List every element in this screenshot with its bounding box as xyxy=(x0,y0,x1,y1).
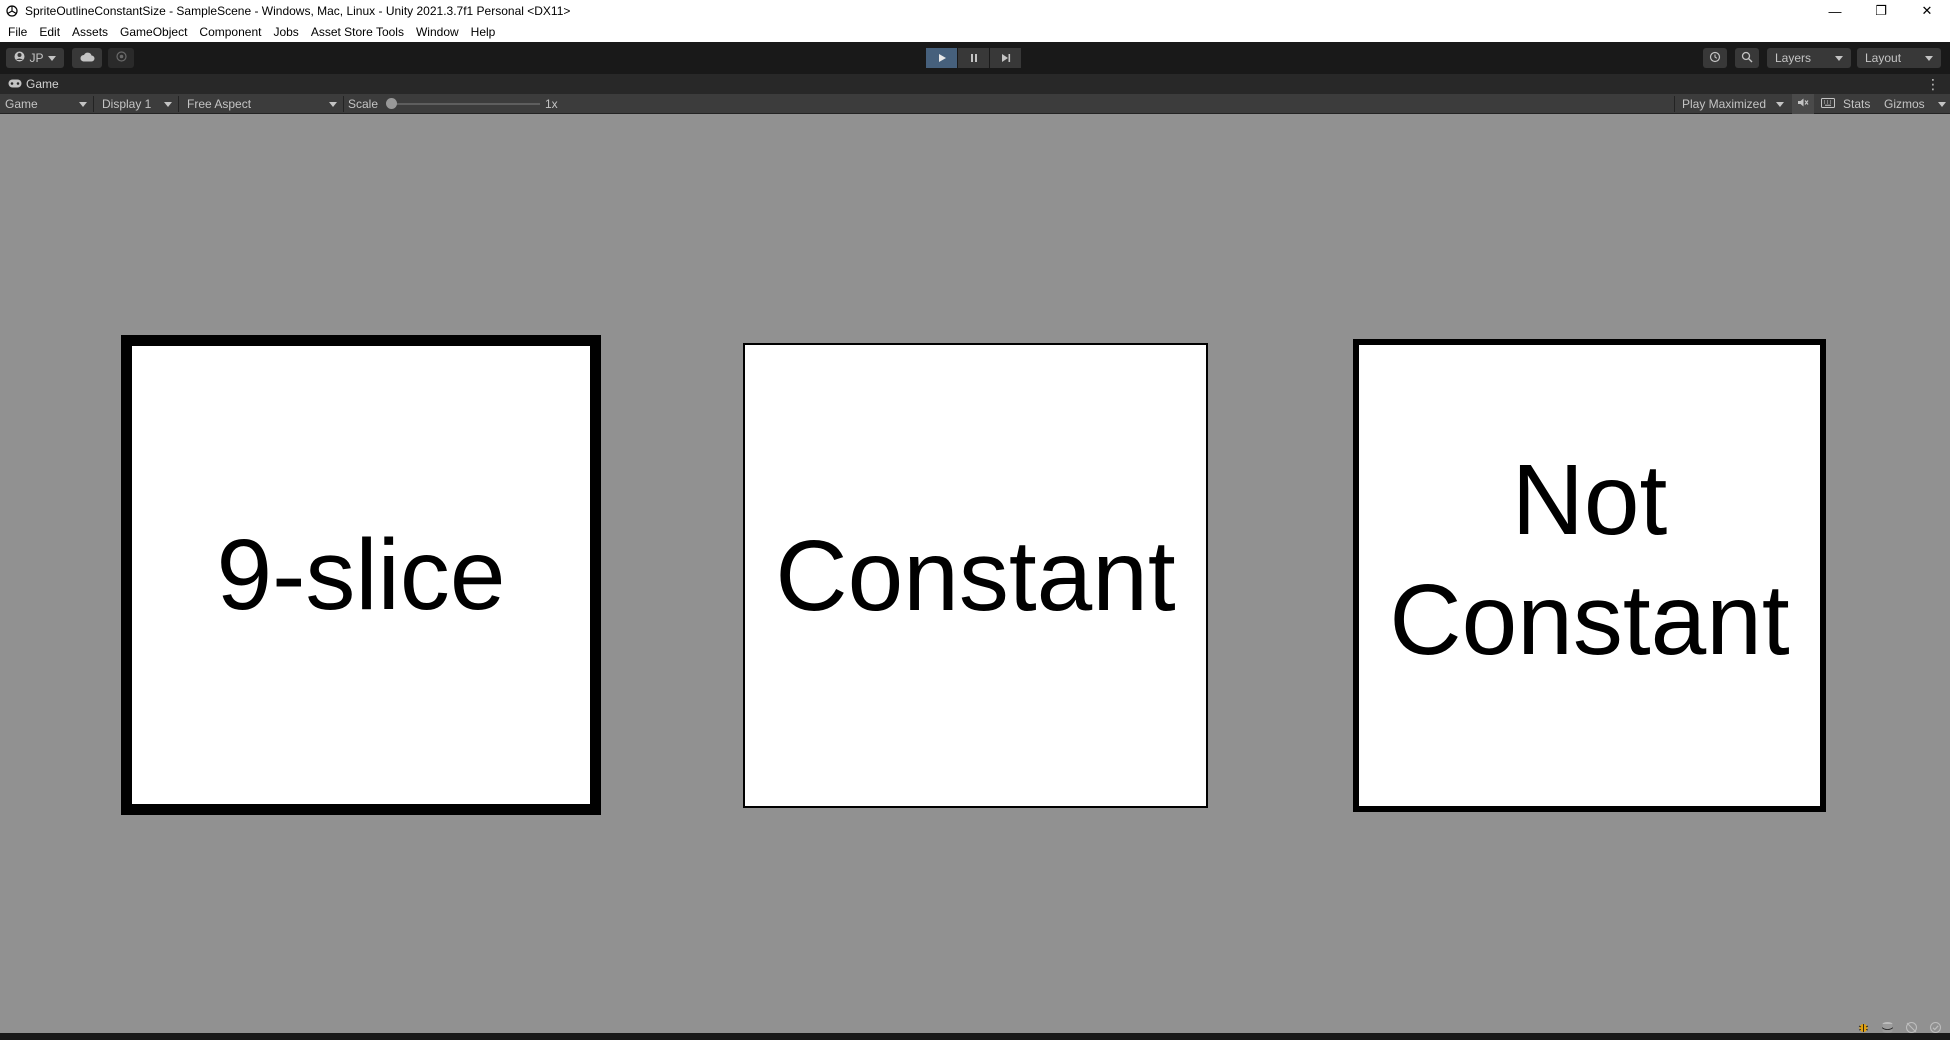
chevron-down-icon xyxy=(1925,55,1933,61)
sprite-9-slice: 9-slice xyxy=(121,335,601,815)
display-dropdown[interactable]: Display 1 xyxy=(97,94,177,114)
bug-warning-icon[interactable] xyxy=(1856,1020,1870,1034)
speaker-mute-icon xyxy=(1797,97,1809,111)
menu-help[interactable]: Help xyxy=(465,22,502,42)
cloud-button[interactable] xyxy=(72,48,102,68)
close-button[interactable]: ✕ xyxy=(1904,0,1950,22)
sprite-label-not: Not xyxy=(1511,443,1668,556)
stats-label: Stats xyxy=(1843,97,1871,111)
menu-component[interactable]: Component xyxy=(193,22,267,42)
aspect-label: Free Aspect xyxy=(187,97,252,111)
status-bar xyxy=(0,1033,1950,1040)
layers-label: Layers xyxy=(1775,51,1812,65)
scale-label: Scale xyxy=(348,97,379,111)
tab-label: Game xyxy=(26,77,59,91)
chevron-down-icon xyxy=(1776,101,1784,107)
menu-edit[interactable]: Edit xyxy=(33,22,66,42)
separator xyxy=(93,96,94,112)
sprite-constant: Constant xyxy=(743,343,1208,808)
history-icon xyxy=(1709,51,1721,66)
play-button[interactable] xyxy=(926,48,957,68)
account-icon xyxy=(14,51,25,65)
minimize-button[interactable]: — xyxy=(1812,0,1858,22)
collab-icon xyxy=(115,51,127,65)
menu-window[interactable]: Window xyxy=(410,22,465,42)
tab-game[interactable]: Game xyxy=(0,77,59,91)
sprite-label-constant: Constant xyxy=(775,519,1176,632)
sprite-label-constant: Constant xyxy=(1389,563,1790,676)
search-icon xyxy=(1741,51,1753,66)
play-icon xyxy=(937,51,947,66)
search-button[interactable] xyxy=(1735,48,1759,68)
account-dropdown[interactable]: JP xyxy=(6,48,64,68)
network-off-icon[interactable] xyxy=(1904,1020,1918,1034)
window-title-bar: SpriteOutlineConstantSize - SampleScene … xyxy=(0,0,1950,22)
collab-button[interactable] xyxy=(108,48,134,68)
gizmos-dropdown[interactable]: Gizmos xyxy=(1884,94,1946,114)
game-view[interactable]: 9-slice Constant Not Constant xyxy=(0,115,1950,1033)
step-button[interactable] xyxy=(990,48,1021,68)
game-tab-header: Game ⋮ xyxy=(0,74,1950,94)
playmode-controls xyxy=(926,48,1022,68)
separator xyxy=(343,96,344,112)
window-title: SpriteOutlineConstantSize - SampleScene … xyxy=(25,4,571,18)
main-toolbar: JP Layers Layout xyxy=(0,42,1950,74)
undo-history-button[interactable] xyxy=(1703,48,1727,68)
menu-gameobject[interactable]: GameObject xyxy=(114,22,193,42)
stats-button[interactable]: Stats xyxy=(1843,94,1870,114)
scale-value: 1x xyxy=(545,97,558,111)
pause-button[interactable] xyxy=(958,48,989,68)
account-label: JP xyxy=(29,51,44,65)
play-mode-dropdown[interactable]: Play Maximized xyxy=(1677,94,1789,114)
keyboard-icon xyxy=(1821,97,1835,111)
scale-slider-track[interactable] xyxy=(392,103,540,105)
scale-slider-thumb[interactable] xyxy=(386,98,397,109)
view-mode-dropdown[interactable]: Game xyxy=(0,94,92,114)
checkmark-circle-icon[interactable] xyxy=(1928,1020,1942,1034)
sprite-label-9-slice: 9-slice xyxy=(216,519,506,631)
menu-asset-store-tools[interactable]: Asset Store Tools xyxy=(305,22,410,42)
layout-label: Layout xyxy=(1865,51,1902,65)
step-icon xyxy=(1001,51,1011,66)
gamepad-icon xyxy=(8,77,26,91)
pause-icon xyxy=(969,51,979,66)
play-mode-label: Play Maximized xyxy=(1682,97,1767,111)
chevron-down-icon xyxy=(329,101,337,107)
separator xyxy=(178,96,179,112)
cloud-icon xyxy=(79,51,95,65)
status-bar-icons xyxy=(1856,1020,1942,1034)
display-label: Display 1 xyxy=(102,97,152,111)
unity-logo-icon xyxy=(5,4,19,18)
menu-file[interactable]: File xyxy=(2,22,33,42)
game-view-toolbar: Game Display 1 Free Aspect Scale 1x Play… xyxy=(0,94,1950,114)
chevron-down-icon xyxy=(79,101,87,107)
separator xyxy=(1674,96,1675,112)
chevron-down-icon xyxy=(47,55,56,61)
view-mode-label: Game xyxy=(5,97,38,111)
aspect-dropdown[interactable]: Free Aspect xyxy=(182,94,342,114)
gizmos-label: Gizmos xyxy=(1884,97,1925,111)
chevron-down-icon xyxy=(1835,55,1843,61)
menu-assets[interactable]: Assets xyxy=(66,22,114,42)
mute-audio-button[interactable] xyxy=(1792,94,1814,114)
restore-button[interactable]: ❐ xyxy=(1858,0,1904,22)
chevron-down-icon xyxy=(1938,101,1946,107)
menu-jobs[interactable]: Jobs xyxy=(267,22,304,42)
layout-dropdown[interactable]: Layout xyxy=(1857,48,1941,68)
keyboard-shortcuts-button[interactable] xyxy=(1817,94,1839,114)
cache-server-icon[interactable] xyxy=(1880,1020,1894,1034)
sprite-not-constant: Not Constant xyxy=(1353,339,1826,812)
layers-dropdown[interactable]: Layers xyxy=(1767,48,1851,68)
more-options-icon[interactable]: ⋮ xyxy=(1926,76,1940,93)
chevron-down-icon xyxy=(164,101,172,107)
menu-bar: File Edit Assets GameObject Component Jo… xyxy=(0,22,1950,42)
